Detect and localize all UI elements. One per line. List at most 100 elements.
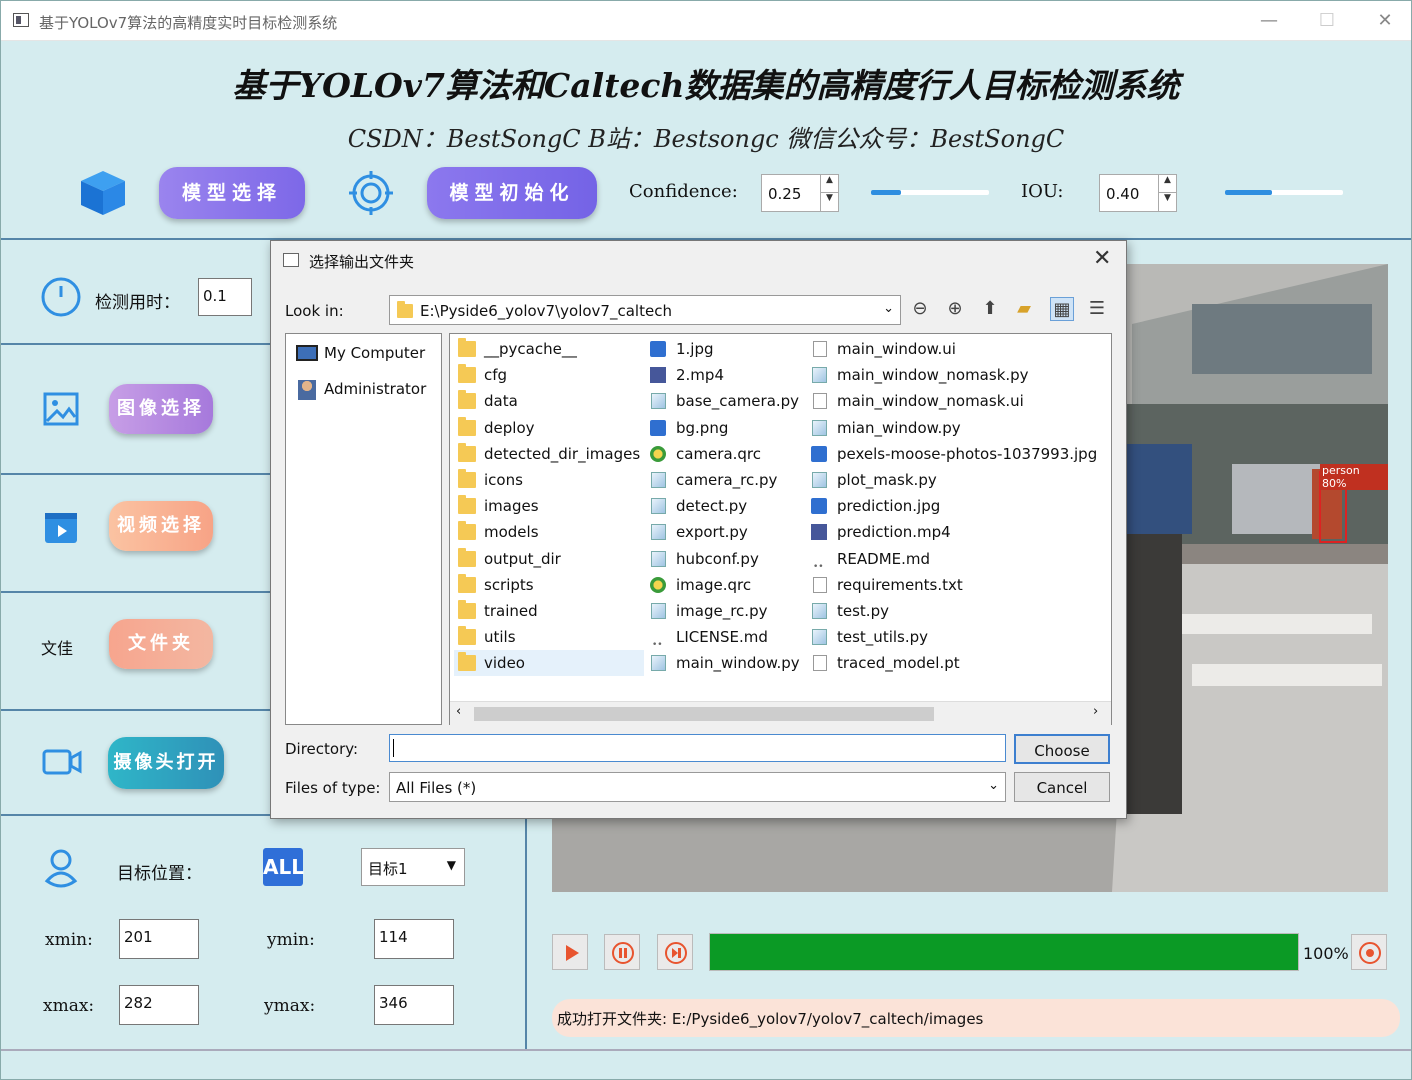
file-item[interactable]: plot_mask.py <box>807 467 1107 493</box>
model-select-button[interactable]: 模型选择 <box>159 167 305 219</box>
minimize-button[interactable]: — <box>1241 5 1297 37</box>
qrc-file-icon <box>650 576 666 593</box>
file-item[interactable]: test_utils.py <box>807 624 1107 650</box>
camera-open-button[interactable]: 摄像头打开 <box>108 737 224 789</box>
file-item[interactable]: icons <box>454 467 644 493</box>
file-item[interactable]: models <box>454 519 644 545</box>
dialog-close-icon[interactable]: ✕ <box>1093 246 1111 271</box>
model-init-button[interactable]: 模型初始化 <box>427 167 597 219</box>
look-in-combo[interactable]: E:\Pyside6_yolov7\yolov7_caltech ⌄ <box>389 295 901 325</box>
target-position-label: 目标位置： <box>117 864 202 884</box>
file-item[interactable]: image_rc.py <box>646 598 804 624</box>
parent-dir-icon[interactable]: ⬆ <box>978 297 1002 321</box>
choose-button[interactable]: Choose <box>1014 734 1110 764</box>
folder-file-icon <box>458 652 476 672</box>
spin-down-icon[interactable]: ▼ <box>820 193 838 211</box>
file-item[interactable]: README.md <box>807 546 1107 580</box>
play-button[interactable] <box>552 934 588 970</box>
close-button[interactable]: ✕ <box>1357 5 1412 37</box>
folder-select-button[interactable]: 文件夹 <box>109 619 213 669</box>
files-of-type-combo[interactable]: All Files (*) ⌄ <box>389 772 1006 802</box>
files-of-type-label: Files of type: <box>285 779 381 797</box>
confidence-slider[interactable] <box>871 182 989 202</box>
sidebar-item-my-computer[interactable]: My Computer <box>292 344 425 362</box>
file-item[interactable]: trained <box>454 598 644 624</box>
xmin-label: xmin: <box>45 930 93 950</box>
divider <box>1 343 271 345</box>
file-item[interactable]: pexels-moose-photos-1037993.jpg <box>807 441 1107 467</box>
all-targets-icon[interactable]: ALL <box>263 848 304 886</box>
ymin-field[interactable]: 114 <box>374 919 454 959</box>
image-select-button[interactable]: 图像选择 <box>109 384 213 434</box>
file-item[interactable]: scripts <box>454 572 644 598</box>
detail-view-icon[interactable]: ☰ <box>1085 297 1109 321</box>
confidence-spinbox[interactable]: 0.25 ▲ ▼ <box>761 174 839 212</box>
pause-button[interactable] <box>604 934 640 970</box>
cancel-button[interactable]: Cancel <box>1014 772 1110 802</box>
file-item[interactable]: 2.mp4 <box>646 362 804 388</box>
file-item[interactable]: export.py <box>646 519 804 545</box>
ymax-field[interactable]: 346 <box>374 985 454 1025</box>
video-select-button[interactable]: 视频选择 <box>109 501 213 551</box>
target-select-combo[interactable]: 目标1 ▼ <box>361 848 465 886</box>
spin-down-icon[interactable]: ▼ <box>1158 193 1176 211</box>
directory-input[interactable] <box>389 734 1006 762</box>
stop-button[interactable] <box>1351 934 1387 970</box>
file-item[interactable]: camera.qrc <box>646 441 804 467</box>
folder-file-icon <box>458 442 476 462</box>
file-item[interactable]: images <box>454 493 644 519</box>
file-item[interactable]: main_window.py <box>646 650 804 676</box>
file-item[interactable]: camera_rc.py <box>646 467 804 493</box>
scrollbar-thumb[interactable] <box>474 707 934 721</box>
file-item[interactable]: main_window_nomask.ui <box>807 388 1107 414</box>
file-item[interactable]: cfg <box>454 362 644 388</box>
file-item[interactable]: requirements.txt <box>807 572 1107 598</box>
sidebar-item-administrator[interactable]: Administrator <box>292 380 426 400</box>
file-item[interactable]: bg.png <box>646 415 804 441</box>
detect-time-field[interactable]: 0.1 <box>198 278 252 316</box>
file-item[interactable]: hubconf.py <box>646 546 804 572</box>
computer-icon <box>296 345 318 361</box>
file-item[interactable]: main_window_nomask.py <box>807 362 1107 388</box>
file-item[interactable]: traced_model.pt <box>807 650 1107 676</box>
scroll-right-icon[interactable]: › <box>1093 704 1098 719</box>
xmax-field[interactable]: 282 <box>119 985 199 1025</box>
new-folder-icon[interactable]: ▰ <box>1012 297 1036 321</box>
folder-file-icon <box>458 521 476 541</box>
file-item[interactable]: prediction.jpg <box>807 493 1107 519</box>
next-frame-button[interactable] <box>657 934 693 970</box>
title-bar: 基于YOLOv7算法的高精度实时目标检测系统 — ☐ ✕ <box>1 1 1411 41</box>
file-item[interactable]: LICENSE.md <box>646 624 804 658</box>
back-icon[interactable]: ⊖ <box>908 297 932 321</box>
file-item[interactable]: detect.py <box>646 493 804 519</box>
file-item[interactable]: mian_window.py <box>807 415 1107 441</box>
iou-slider[interactable] <box>1225 182 1343 202</box>
file-item[interactable]: detected_dir_images <box>454 441 644 467</box>
file-name: prediction.mp4 <box>837 523 951 542</box>
file-item[interactable]: prediction.mp4 <box>807 519 1107 545</box>
file-item[interactable]: image.qrc <box>646 572 804 598</box>
ymin-label: ymin: <box>267 930 315 950</box>
folder-file-icon <box>458 390 476 410</box>
forward-icon[interactable]: ⊕ <box>943 297 967 321</box>
header-subtitle: CSDN：BestSongC B站：Bestsongc 微信公众号：BestSo… <box>347 125 1065 153</box>
xmin-field[interactable]: 201 <box>119 919 199 959</box>
iou-spinbox[interactable]: 0.40 ▲ ▼ <box>1099 174 1177 212</box>
file-item[interactable]: video <box>454 650 644 677</box>
file-item[interactable]: test.py <box>807 598 1107 624</box>
file-item[interactable]: deploy <box>454 415 644 441</box>
file-item[interactable]: data <box>454 388 644 414</box>
list-view-icon[interactable]: ▦ <box>1050 297 1074 321</box>
file-item[interactable]: main_window.ui <box>807 336 1107 362</box>
file-item[interactable]: utils <box>454 624 644 650</box>
file-item[interactable]: base_camera.py <box>646 388 804 414</box>
file-item[interactable]: 1.jpg <box>646 336 804 362</box>
maximize-button[interactable]: ☐ <box>1299 5 1355 37</box>
file-item[interactable]: output_dir <box>454 546 644 572</box>
file-name: 1.jpg <box>676 340 714 358</box>
scroll-left-icon[interactable]: ‹ <box>456 704 461 719</box>
horizontal-scrollbar[interactable]: ‹ › <box>450 701 1111 725</box>
spin-up-icon[interactable]: ▲ <box>1158 175 1176 193</box>
file-item[interactable]: __pycache__ <box>454 336 644 362</box>
spin-up-icon[interactable]: ▲ <box>820 175 838 193</box>
